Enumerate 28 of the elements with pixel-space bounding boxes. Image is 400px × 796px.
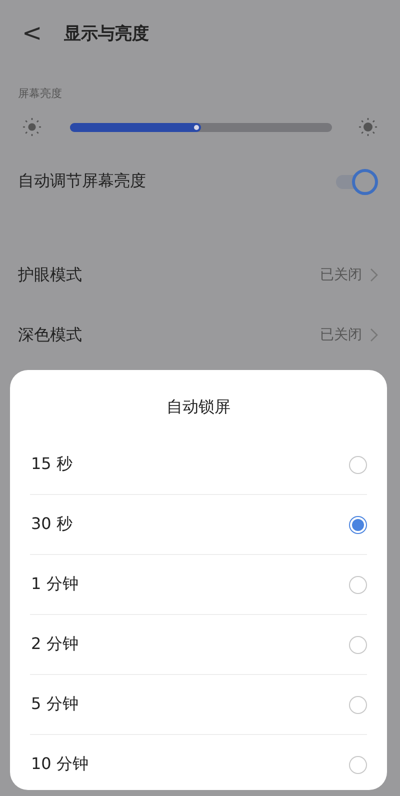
option-label[interactable]: 5 分钟: [30, 694, 78, 715]
chevron-icon: [370, 328, 378, 342]
back-button[interactable]: <: [22, 21, 42, 45]
sun-icon: [22, 117, 42, 137]
sun-icon: [358, 117, 378, 137]
setting-label: 自动调节屏幕亮度: [18, 170, 146, 192]
option-label[interactable]: 30 秒: [30, 514, 72, 535]
radio-button[interactable]: [349, 516, 367, 534]
radio-button[interactable]: [349, 696, 367, 714]
toggle-switch[interactable]: [334, 169, 378, 193]
option-label[interactable]: 1 分钟: [30, 574, 78, 595]
radio-button[interactable]: [349, 576, 367, 594]
setting-label[interactable]: 深色模式: [18, 324, 82, 346]
option-label[interactable]: 10 分钟: [30, 754, 88, 775]
radio-button[interactable]: [349, 756, 367, 774]
section-label: 屏幕亮度: [17, 86, 63, 101]
radio-button[interactable]: [349, 456, 367, 474]
sheet-title: 自动锁屏: [166, 396, 232, 418]
radio-button[interactable]: [349, 636, 367, 654]
chevron-icon: [370, 268, 378, 282]
page-title: 显示与亮度: [64, 22, 150, 44]
setting-label[interactable]: 护眼模式: [18, 264, 82, 286]
brightness-slider[interactable]: [70, 122, 332, 132]
option-label[interactable]: 2 分钟: [30, 634, 78, 655]
slider-thumb[interactable]: [194, 124, 199, 130]
setting-value: 已关闭: [320, 326, 362, 344]
setting-value: 已关闭: [320, 266, 362, 284]
option-label[interactable]: 15 秒: [30, 454, 72, 475]
